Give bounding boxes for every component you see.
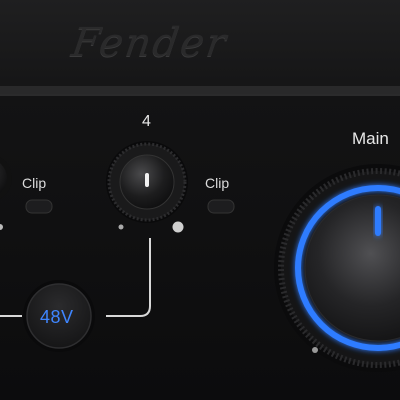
phantom-power-label: 48V bbox=[40, 307, 74, 327]
clip-led-left bbox=[25, 199, 53, 214]
main-knob-min-dot bbox=[312, 347, 318, 353]
main-label: Main bbox=[352, 129, 389, 148]
main-knob-indicator bbox=[375, 206, 381, 236]
knob-indicator bbox=[145, 173, 149, 187]
clip-label-right: Clip bbox=[205, 175, 230, 191]
knob-min-dot bbox=[118, 224, 124, 230]
channel-4-label: 4 bbox=[142, 113, 151, 130]
fender-logo: Fender bbox=[68, 20, 231, 66]
gain-knob-channel-4[interactable] bbox=[106, 141, 188, 223]
clip-led-right bbox=[207, 199, 235, 214]
knob-max-dot bbox=[172, 221, 184, 233]
clip-label-left: Clip bbox=[22, 175, 47, 191]
